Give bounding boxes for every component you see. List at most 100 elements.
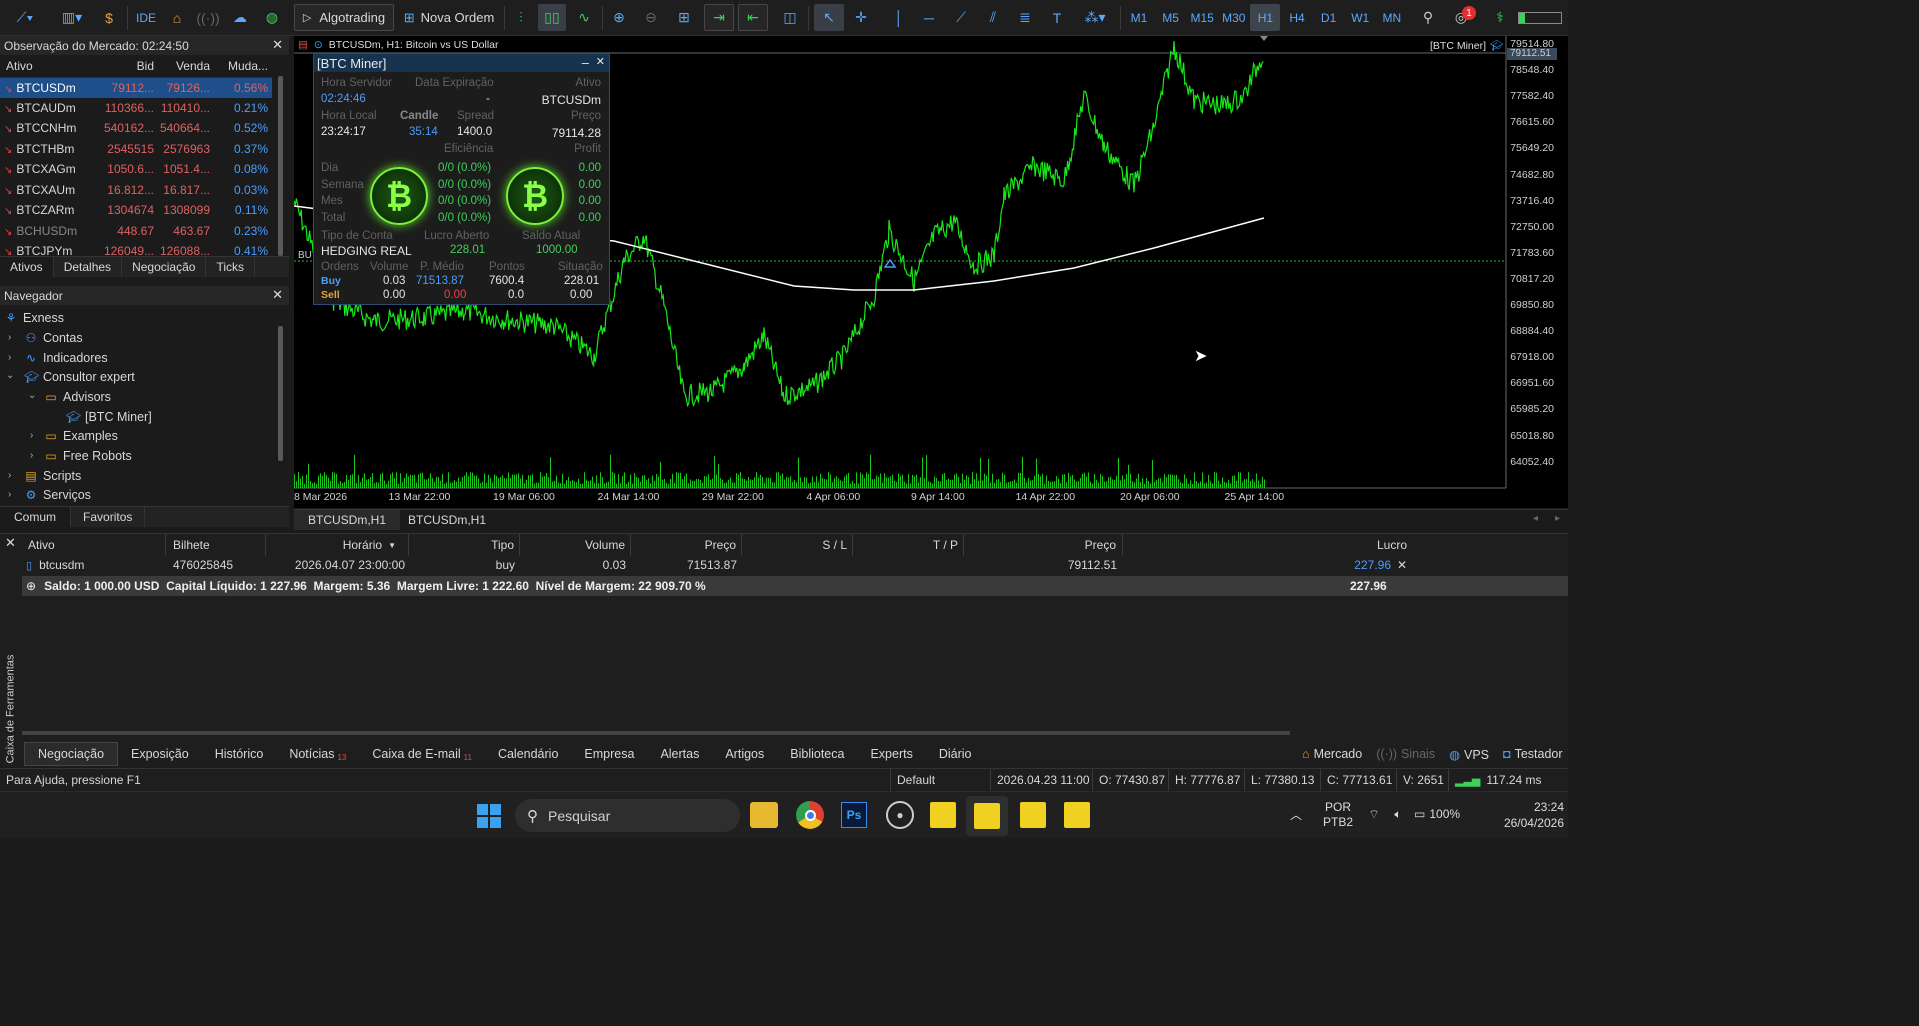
- chevron-down-icon[interactable]: ⌄: [28, 390, 36, 401]
- close-icon[interactable]: ✕: [5, 535, 16, 551]
- fibonacci-icon[interactable]: ≣: [1012, 4, 1038, 31]
- crosshair-icon[interactable]: ✛: [848, 4, 874, 31]
- trendline-icon[interactable]: ⟋: [948, 4, 974, 31]
- nav-item-consultor-expert[interactable]: 🎓︎ Consultor expert: [24, 367, 135, 386]
- chevron-right-icon[interactable]: ›: [8, 470, 11, 481]
- col-preco[interactable]: Preço: [631, 534, 742, 556]
- tab-mercado[interactable]: ⌂ Mercado: [1302, 747, 1362, 761]
- search-icon[interactable]: ⚲: [1416, 4, 1440, 31]
- metatrader-icon[interactable]: [930, 802, 956, 828]
- tab-ativos[interactable]: Ativos: [0, 257, 54, 277]
- col-venda[interactable]: Venda: [158, 55, 214, 78]
- battery-status[interactable]: ▭ 100%: [1414, 804, 1460, 824]
- col-preco-atual[interactable]: Preço: [964, 534, 1123, 556]
- text-icon[interactable]: T: [1044, 4, 1070, 31]
- tab-comum[interactable]: Comum: [0, 507, 72, 527]
- timeframe-w1[interactable]: W1: [1345, 4, 1375, 31]
- chart-type-icon[interactable]: ⟋▾: [6, 4, 44, 31]
- market-watch-row[interactable]: ↘ BTCXAGm 1050.6... 1051.4... 0.08%: [0, 159, 272, 180]
- bar-chart-icon[interactable]: ⫶: [508, 4, 534, 31]
- tab-ticks[interactable]: Ticks: [206, 257, 255, 277]
- chart-tab[interactable]: BTCUSDm,H1: [294, 510, 401, 530]
- chrome-icon[interactable]: [796, 801, 824, 829]
- timeframe-m15[interactable]: M15: [1187, 4, 1217, 31]
- col-lucro[interactable]: Lucro: [1123, 534, 1413, 556]
- chevron-right-icon[interactable]: ›: [8, 352, 11, 363]
- tab-biblioteca[interactable]: Biblioteca: [777, 742, 857, 766]
- scrollbar[interactable]: [278, 76, 283, 256]
- horizontal-scrollbar[interactable]: [22, 731, 1290, 735]
- signal-strength-icon[interactable]: ⚕: [1488, 4, 1512, 31]
- chevron-up-icon[interactable]: ︿: [1286, 804, 1306, 824]
- shapes-icon[interactable]: ⁂▾: [1076, 4, 1114, 31]
- timeframe-m30[interactable]: M30: [1219, 4, 1249, 31]
- globe-icon[interactable]: ◍: [258, 4, 286, 31]
- col-sl[interactable]: S / L: [742, 534, 853, 556]
- cloud-icon[interactable]: ☁: [226, 4, 254, 31]
- scroll-left-icon[interactable]: ◂: [1533, 513, 1538, 524]
- market-watch-row[interactable]: ↘ BTCZARm 1304674 1308099 0.11%: [0, 200, 272, 221]
- chevron-right-icon[interactable]: ›: [8, 332, 11, 343]
- language-indicator[interactable]: POR PTB2: [1318, 798, 1358, 832]
- candle-chart-icon[interactable]: ▯▯: [538, 4, 566, 31]
- market-watch-row[interactable]: ↘ BTCTHBm 2545515 2576963 0.37%: [0, 139, 272, 160]
- algotrading-button[interactable]: ▷ Algotrading: [294, 4, 394, 31]
- signal-icon[interactable]: ((·)): [194, 4, 222, 31]
- vertical-line-icon[interactable]: │: [886, 4, 912, 31]
- timeframe-m1[interactable]: M1: [1124, 4, 1154, 31]
- tab-testador[interactable]: ◘ Testador: [1503, 747, 1563, 761]
- market-watch-row[interactable]: ↘ BCHUSDm 448.67 463.67 0.23%: [0, 221, 272, 242]
- tab-experts[interactable]: Experts: [857, 742, 925, 766]
- chevron-right-icon[interactable]: ›: [8, 489, 11, 500]
- col-bid[interactable]: Bid: [100, 55, 158, 78]
- autoscroll-icon[interactable]: ⇥: [704, 4, 734, 31]
- tab-not-cias[interactable]: Notícias 13: [276, 742, 359, 766]
- timeframe-h4[interactable]: H4: [1282, 4, 1312, 31]
- minimize-icon[interactable]: –: [582, 55, 589, 70]
- col-bilhete[interactable]: Bilhete: [166, 534, 266, 556]
- nav-item-exness[interactable]: ⚘ Exness: [4, 308, 64, 327]
- ping-status[interactable]: ▂▃▅ 117.24 ms: [1448, 769, 1568, 791]
- channel-icon[interactable]: ⫽: [980, 4, 1006, 31]
- tab-di-rio[interactable]: Diário: [926, 742, 985, 766]
- timeframe-h1[interactable]: H1: [1250, 4, 1281, 31]
- taskbar-search[interactable]: ⚲ Pesquisar: [515, 799, 740, 832]
- nav-item-servicos[interactable]: ⚙ Serviços: [24, 485, 91, 504]
- col-horario[interactable]: Horário ▼: [266, 534, 409, 556]
- nav-item-free-robots[interactable]: ▭ Free Robots: [44, 446, 131, 465]
- tab-sinais[interactable]: ((·)) Sinais: [1376, 747, 1435, 761]
- col-ativo[interactable]: Ativo: [22, 534, 166, 556]
- file-explorer-icon[interactable]: [750, 802, 778, 828]
- col-volume[interactable]: Volume: [520, 534, 631, 556]
- btc-miner-panel[interactable]: [BTC Miner] – ✕ Hora Servidor Data Expiraç…: [313, 53, 610, 305]
- market-watch-row[interactable]: ↘ BTCXAUm 16.812... 16.817... 0.03%: [0, 180, 272, 201]
- metatrader-icon[interactable]: [1020, 802, 1046, 828]
- zoom-out-icon[interactable]: ⊖: [638, 4, 664, 31]
- close-position-icon[interactable]: ✕: [1397, 555, 1407, 575]
- tab-negociação[interactable]: Negociação: [122, 257, 207, 277]
- metatrader-icon-active[interactable]: [966, 796, 1008, 836]
- nav-item-btc-miner[interactable]: 🎓︎ [BTC Miner]: [66, 407, 152, 426]
- tab-exposi-o[interactable]: Exposição: [118, 742, 202, 766]
- notifications-icon[interactable]: ◎ 1: [1448, 4, 1476, 31]
- plus-circle-icon[interactable]: ⊕: [26, 579, 36, 593]
- close-icon[interactable]: ✕: [596, 55, 605, 68]
- nav-item-indicadores[interactable]: ∿ Indicadores: [24, 348, 108, 367]
- nav-item-examples[interactable]: ▭ Examples: [44, 426, 118, 445]
- chart-window-icon[interactable]: ▥▾: [52, 4, 92, 31]
- photoshop-icon[interactable]: Ps: [841, 802, 867, 828]
- tab-artigos[interactable]: Artigos: [712, 742, 777, 766]
- tab-alertas[interactable]: Alertas: [647, 742, 712, 766]
- close-icon[interactable]: ✕: [272, 287, 283, 303]
- profile-name[interactable]: Default: [890, 769, 990, 791]
- col-tp[interactable]: T / P: [853, 534, 964, 556]
- market-bag-icon[interactable]: ⌂: [164, 4, 190, 31]
- screenshot-icon[interactable]: ◫: [776, 4, 804, 31]
- volume-icon[interactable]: 🔈︎: [1388, 804, 1408, 824]
- tab-favoritos[interactable]: Favoritos: [71, 507, 146, 527]
- tile-windows-icon[interactable]: ⊞: [670, 4, 698, 31]
- col-change[interactable]: Muda...: [214, 55, 272, 78]
- col-tipo[interactable]: Tipo: [409, 534, 520, 556]
- metatrader-icon[interactable]: [1064, 802, 1090, 828]
- chart-shift-icon[interactable]: ⇤: [738, 4, 768, 31]
